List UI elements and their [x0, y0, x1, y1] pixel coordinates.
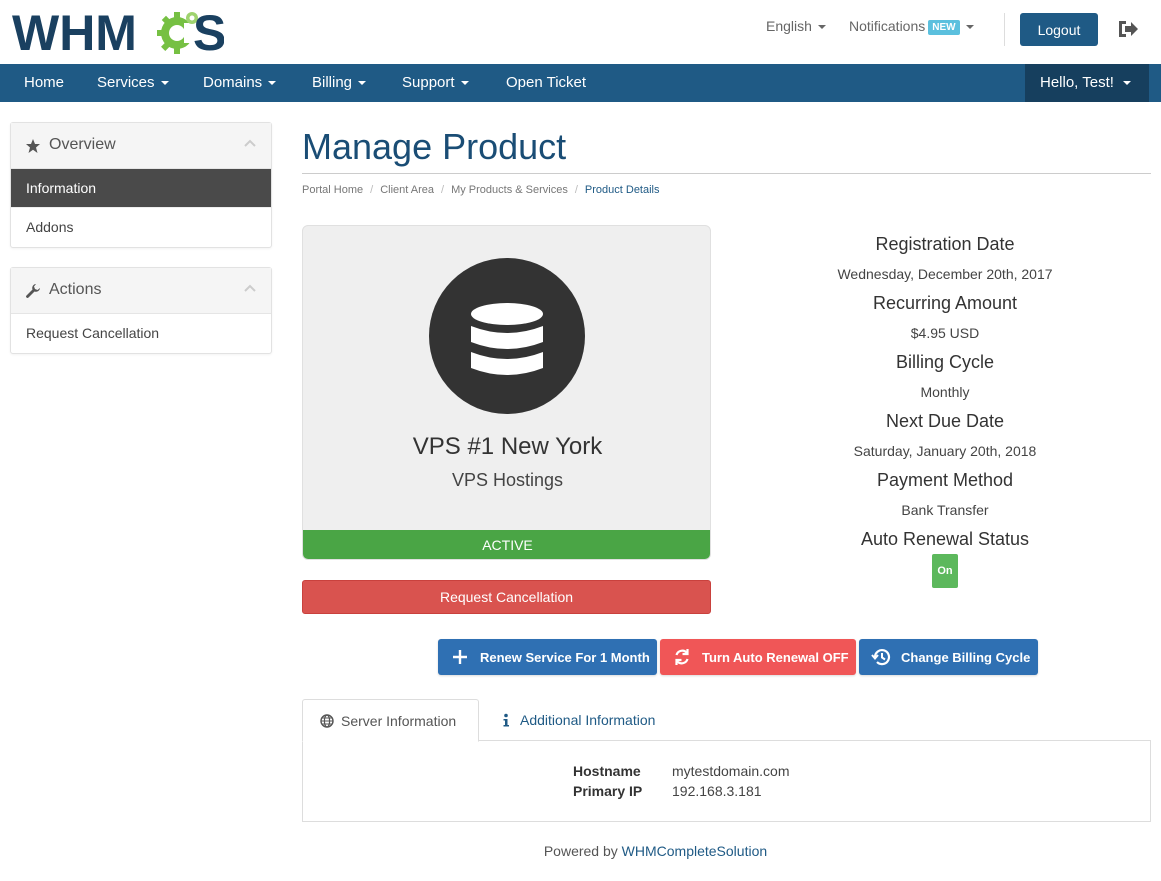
request-cancellation-button[interactable]: Request Cancellation	[302, 580, 711, 614]
sidebar-item-request-cancellation[interactable]: Request Cancellation	[11, 314, 271, 353]
nav-billing-label: Billing	[312, 74, 353, 91]
nav-services[interactable]: Services	[97, 64, 169, 102]
recurring-amount-label: Recurring Amount	[872, 293, 1018, 313]
actions-panel-header[interactable]: Actions	[11, 268, 271, 314]
chevron-down-icon	[160, 81, 169, 86]
primary-ip-value: 192.168.3.181	[672, 783, 762, 799]
tab-additional-label: Additional Information	[520, 712, 656, 728]
new-badge: NEW	[928, 20, 960, 35]
change-billing-cycle-label: Change Billing Cycle	[901, 649, 1031, 665]
chevron-down-icon	[817, 25, 826, 30]
next-due-date-label: Next Due Date	[885, 411, 1005, 431]
next-due-date-value: Saturday, January 20th, 2018	[853, 443, 1037, 459]
overview-title: Overview	[49, 136, 116, 153]
logo-text-right: S	[193, 6, 224, 56]
hostname-value: mytestdomain.com	[672, 763, 790, 779]
auto-renewal-label: Auto Renewal Status	[860, 529, 1030, 549]
overview-panel-header[interactable]: Overview	[11, 123, 271, 169]
user-greeting: Hello, Test!	[1040, 74, 1114, 91]
nav-open-ticket[interactable]: Open Ticket	[506, 64, 586, 102]
notifications-label: Notifications	[849, 18, 926, 34]
chevron-up-icon[interactable]	[243, 138, 257, 148]
registration-date-value: Wednesday, December 20th, 2017	[837, 266, 1053, 282]
nav-domains-label: Domains	[203, 74, 263, 91]
payment-method-label: Payment Method	[876, 470, 1014, 490]
header-divider	[1004, 13, 1005, 46]
product-icon-circle	[429, 258, 585, 414]
footer-prefix: Powered by	[543, 843, 618, 859]
nav-billing[interactable]: Billing	[312, 64, 367, 102]
auto-renewal-value-row: On	[760, 554, 1130, 588]
footer: Powered by WHMCompleteSolution	[0, 843, 1161, 859]
wrench-icon	[26, 284, 40, 298]
footer-link[interactable]: WHMCompleteSolution	[622, 843, 768, 859]
sidebar-item-addons[interactable]: Addons	[11, 208, 271, 247]
product-card: VPS #1 New York VPS Hostings ACTIVE	[302, 225, 711, 560]
history-icon	[871, 649, 891, 666]
nav-support-label: Support	[402, 74, 455, 91]
notifications-dropdown[interactable]: Notifications NEW	[849, 18, 974, 35]
actions-title: Actions	[49, 281, 102, 298]
chevron-down-icon	[268, 81, 277, 86]
logo-text-left: WHM	[12, 6, 137, 56]
plus-icon	[453, 650, 467, 664]
breadcrumb-portal-home[interactable]: Portal Home	[302, 184, 363, 196]
tab-server-label: Server Information	[341, 712, 457, 729]
main-navbar: Home Services Domains Billing Support Op…	[0, 64, 1161, 102]
page-title: Manage Product	[302, 126, 567, 167]
breadcrumb-product-details: Product Details	[584, 184, 660, 196]
globe-icon	[320, 713, 334, 728]
tab-server-information[interactable]: Server Information	[302, 699, 479, 742]
nav-home[interactable]: Home	[24, 64, 64, 102]
nav-services-label: Services	[97, 74, 155, 91]
chevron-up-icon[interactable]	[243, 283, 257, 293]
breadcrumb-client-area[interactable]: Client Area	[380, 184, 434, 196]
sign-out-icon[interactable]	[1117, 19, 1139, 39]
chevron-down-icon	[358, 81, 367, 86]
breadcrumb-my-products[interactable]: My Products & Services	[451, 184, 568, 196]
renew-service-label: Renew Service For 1 Month	[480, 649, 650, 665]
logout-button[interactable]: Logout	[1020, 13, 1098, 46]
refresh-icon	[675, 649, 689, 665]
nav-support[interactable]: Support	[402, 64, 469, 102]
whmcs-logo[interactable]: WHM S	[12, 6, 224, 56]
change-billing-cycle-button[interactable]: Change Billing Cycle	[859, 639, 1038, 675]
actions-panel: Actions Request Cancellation	[10, 267, 272, 354]
auto-renewal-status-badge: On	[932, 554, 958, 588]
sidebar-item-information[interactable]: Information	[11, 169, 271, 208]
product-name: VPS #1 New York	[412, 433, 603, 460]
hostname-label: Hostname	[573, 763, 641, 779]
chevron-down-icon	[965, 25, 974, 30]
primary-ip-label: Primary IP	[573, 783, 643, 799]
chevron-down-icon	[460, 81, 469, 86]
registration-date-label: Registration Date	[875, 234, 1015, 254]
product-group: VPS Hostings	[451, 470, 564, 490]
database-icon	[471, 303, 543, 375]
auto-renewal-off-button[interactable]: Turn Auto Renewal OFF	[660, 639, 856, 675]
status-badge: ACTIVE	[303, 530, 710, 559]
language-dropdown[interactable]: English	[766, 18, 826, 34]
chevron-down-icon	[1122, 81, 1131, 86]
info-icon	[503, 713, 509, 727]
recurring-amount-value: $4.95 USD	[910, 325, 980, 341]
payment-method-value: Bank Transfer	[901, 502, 989, 518]
renew-service-button[interactable]: Renew Service For 1 Month	[438, 639, 657, 675]
billing-cycle-value: Monthly	[920, 384, 970, 400]
overview-panel: Overview Information Addons	[10, 122, 272, 248]
server-information-panel: Hostname mytestdomain.com Primary IP 192…	[302, 740, 1151, 822]
auto-renewal-off-label: Turn Auto Renewal OFF	[702, 649, 849, 665]
billing-cycle-label: Billing Cycle	[895, 352, 995, 372]
product-details: Registration Date Wednesday, December 20…	[760, 230, 1130, 588]
breadcrumb: Portal Home / Client Area / My Products & Se…	[302, 184, 660, 196]
user-menu[interactable]: Hello, Test!	[1025, 64, 1149, 102]
logo-gear-icon	[157, 12, 198, 54]
title-divider	[302, 173, 1151, 174]
language-label: English	[766, 18, 812, 34]
tab-additional-information[interactable]: Additional Information	[481, 699, 655, 741]
star-icon	[26, 139, 40, 153]
nav-domains[interactable]: Domains	[203, 64, 277, 102]
